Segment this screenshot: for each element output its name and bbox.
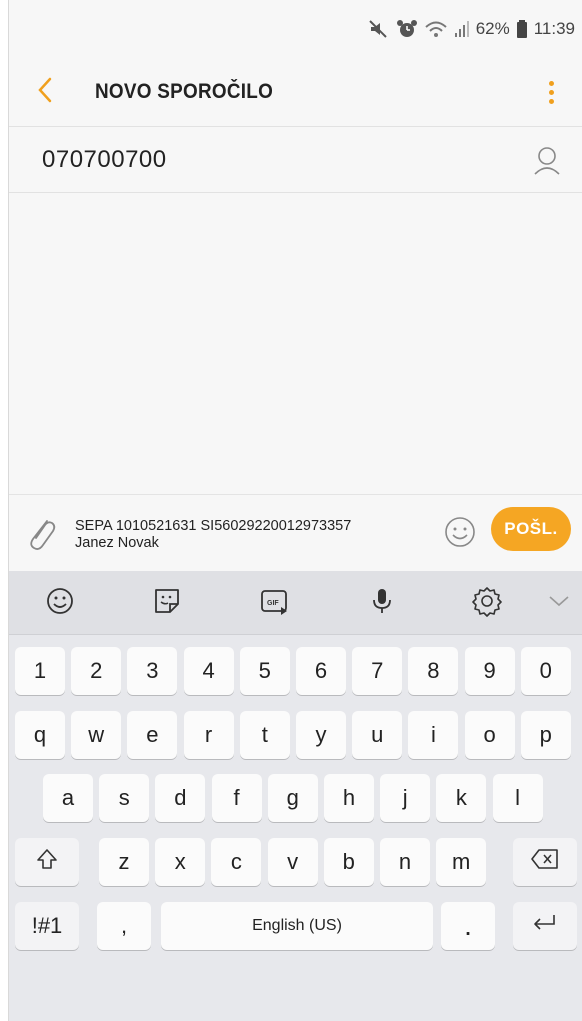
more-vert-icon [548, 80, 554, 86]
sticker-button[interactable] [149, 585, 185, 621]
contact-icon [529, 147, 565, 182]
enter-key[interactable] [513, 902, 577, 950]
key-8[interactable]: 8 [408, 647, 459, 695]
contact-picker-button[interactable] [529, 142, 565, 178]
gif-button[interactable]: GIF [257, 585, 293, 621]
key-l[interactable]: l [492, 774, 543, 822]
key-5[interactable]: 5 [239, 647, 290, 695]
comma-key[interactable]: , [97, 902, 151, 950]
send-button[interactable]: POŠL. [491, 507, 571, 551]
svg-text:GIF: GIF [267, 600, 279, 607]
key-row-bottom: zxcvbnm [9, 838, 582, 886]
battery-icon [516, 19, 528, 39]
message-input[interactable]: SEPA 1010521631 SI56029220012973357 Jane… [75, 518, 435, 552]
key-e[interactable]: e [127, 711, 178, 759]
key-row-home: asdfghjkl [9, 774, 582, 822]
mic-icon [367, 586, 397, 621]
status-icons: 62% 11:39 [368, 19, 575, 39]
keyboard-toolbar: GIF [9, 571, 582, 635]
key-6[interactable]: 6 [296, 647, 346, 695]
keyboard: GIF 1 2 3 4 5 6 7 8 9 0 q w e r t y u i … [9, 571, 582, 1021]
emoji-icon [45, 586, 75, 621]
status-bar: 62% 11:39 [9, 0, 582, 58]
space-key[interactable]: English (US) [161, 902, 433, 950]
voice-input-button[interactable] [364, 585, 400, 621]
key-m[interactable]: m [436, 838, 487, 886]
conversation-area [9, 193, 582, 493]
key-o[interactable]: o [464, 711, 515, 759]
chevron-down-icon [548, 594, 570, 613]
settings-icon [471, 585, 503, 622]
clock: 11:39 [533, 19, 575, 38]
emoji-icon [443, 517, 477, 553]
key-4[interactable]: 4 [183, 647, 234, 695]
wifi-icon [424, 19, 448, 39]
key-i[interactable]: i [408, 711, 459, 759]
key-v[interactable]: v [267, 838, 318, 886]
divider [9, 126, 582, 127]
key-row-space: !#1 , English (US) . [9, 902, 582, 950]
battery-percent: 62% [475, 19, 510, 38]
shift-icon [35, 847, 59, 877]
key-s[interactable]: s [99, 774, 150, 822]
collapse-toolbar-button[interactable] [541, 585, 577, 621]
page-title: NOVO SPOROČILO [95, 80, 274, 103]
alarm-icon [396, 19, 418, 39]
key-x[interactable]: x [155, 838, 206, 886]
symbols-key[interactable]: !#1 [15, 902, 79, 950]
key-b[interactable]: b [323, 838, 374, 886]
key-r[interactable]: r [183, 711, 234, 759]
key-1[interactable]: 1 [15, 647, 65, 695]
backspace-key[interactable] [513, 838, 577, 886]
key-q[interactable]: q [15, 711, 65, 759]
key-f[interactable]: f [211, 774, 262, 822]
key-row-top: qwertyuiop [9, 711, 582, 759]
enter-icon [530, 912, 560, 940]
sticker-icon [152, 586, 182, 621]
signal-icon [454, 19, 470, 39]
message-composer: SEPA 1010521631 SI56029220012973357 Jane… [9, 494, 582, 570]
key-d[interactable]: d [155, 774, 206, 822]
app-bar: NOVO SPOROČILO [9, 58, 582, 126]
key-u[interactable]: u [352, 711, 403, 759]
emoji-button[interactable] [443, 515, 477, 549]
shift-key[interactable] [15, 838, 79, 886]
recipient-field[interactable]: 070700700 [9, 128, 582, 192]
key-3[interactable]: 3 [127, 647, 178, 695]
backspace-icon [530, 848, 560, 876]
phone-screen: 62% 11:39 NOVO SPOROČILO 070700700 SEPA … [8, 0, 582, 1021]
keyboard-settings-button[interactable] [469, 585, 505, 621]
period-key[interactable]: . [441, 902, 495, 950]
key-n[interactable]: n [380, 838, 430, 886]
paperclip-icon [23, 520, 59, 557]
key-7[interactable]: 7 [352, 647, 403, 695]
gif-icon: GIF [259, 586, 291, 621]
key-p[interactable]: p [520, 711, 571, 759]
key-2[interactable]: 2 [71, 647, 122, 695]
key-y[interactable]: y [296, 711, 346, 759]
back-chevron-icon [36, 76, 54, 109]
more-options-button[interactable] [539, 74, 563, 110]
key-t[interactable]: t [239, 711, 290, 759]
key-9[interactable]: 9 [464, 647, 515, 695]
key-0[interactable]: 0 [520, 647, 571, 695]
key-w[interactable]: w [71, 711, 122, 759]
key-j[interactable]: j [380, 774, 431, 822]
key-k[interactable]: k [436, 774, 487, 822]
key-row-numbers: 1234567890 [9, 647, 582, 695]
emoji-keyboard-button[interactable] [42, 585, 78, 621]
key-h[interactable]: h [324, 774, 374, 822]
key-a[interactable]: a [43, 774, 93, 822]
key-z[interactable]: z [99, 838, 149, 886]
key-g[interactable]: g [267, 774, 318, 822]
key-c[interactable]: c [211, 838, 262, 886]
attach-button[interactable] [23, 513, 59, 553]
back-button[interactable] [9, 58, 81, 126]
recipient-number[interactable]: 070700700 [42, 146, 167, 174]
mute-icon [368, 19, 390, 39]
